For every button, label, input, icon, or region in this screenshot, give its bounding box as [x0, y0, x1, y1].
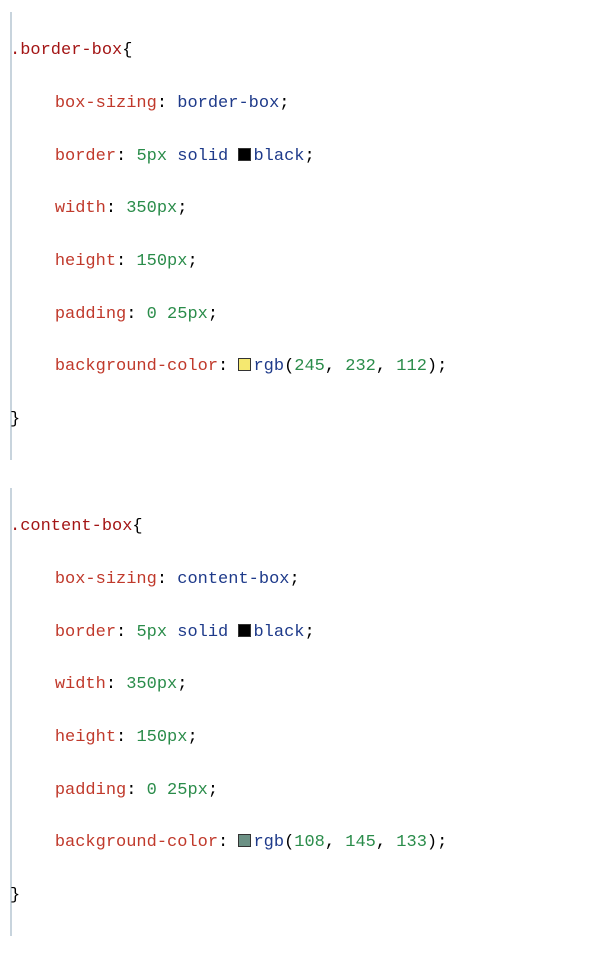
colon: : [126, 781, 136, 800]
css-value: content-box [177, 570, 289, 589]
paren-open: ( [284, 357, 294, 376]
semicolon: ; [177, 675, 187, 694]
css-property: border [55, 147, 116, 166]
semicolon: ; [187, 252, 197, 271]
comma: , [325, 357, 345, 376]
css-property: width [55, 199, 106, 218]
colon: : [218, 357, 228, 376]
color-swatch-icon [238, 148, 251, 161]
css-number: 108 [294, 833, 325, 852]
css-value: solid [177, 623, 228, 642]
semicolon: ; [304, 623, 314, 642]
css-number: 232 [345, 357, 376, 376]
css-rule: .border-box{ box-sizing: border-box; bor… [10, 12, 587, 460]
paren-open: ( [284, 833, 294, 852]
colon: : [116, 147, 126, 166]
selector: .border-box [10, 41, 122, 60]
css-value: solid [177, 147, 228, 166]
css-property: padding [55, 305, 126, 324]
css-property: border [55, 623, 116, 642]
brace-close: } [10, 410, 20, 429]
colon: : [126, 305, 136, 324]
semicolon: ; [177, 199, 187, 218]
colon: : [116, 252, 126, 271]
css-number: 0 [147, 781, 157, 800]
css-number: 133 [396, 833, 427, 852]
css-property: height [55, 252, 116, 271]
css-value: border-box [177, 94, 279, 113]
semicolon: ; [289, 570, 299, 589]
css-number: 350px [126, 675, 177, 694]
colon: : [157, 570, 167, 589]
css-number: 245 [294, 357, 325, 376]
css-property: padding [55, 781, 126, 800]
css-number: 25px [167, 781, 208, 800]
semicolon: ; [304, 147, 314, 166]
css-property: background-color [55, 357, 218, 376]
colon: : [106, 675, 116, 694]
css-color: black [253, 623, 304, 642]
comma: , [325, 833, 345, 852]
comma: , [376, 357, 396, 376]
css-func: rgb [253, 833, 284, 852]
color-swatch-icon [238, 358, 251, 371]
css-number: 5px [136, 623, 167, 642]
css-number: 0 [147, 305, 157, 324]
comma: , [376, 833, 396, 852]
css-property: box-sizing [55, 94, 157, 113]
css-rule: .content-box{ box-sizing: content-box; b… [10, 488, 587, 936]
colon: : [116, 623, 126, 642]
semicolon: ; [187, 728, 197, 747]
css-property: height [55, 728, 116, 747]
semicolon: ; [437, 357, 447, 376]
css-color: black [253, 147, 304, 166]
semicolon: ; [208, 781, 218, 800]
css-property: background-color [55, 833, 218, 852]
colon: : [106, 199, 116, 218]
paren-close: ) [427, 833, 437, 852]
brace-close: } [10, 886, 20, 905]
css-number: 5px [136, 147, 167, 166]
css-number: 150px [136, 728, 187, 747]
css-number: 350px [126, 199, 177, 218]
css-property: box-sizing [55, 570, 157, 589]
css-number: 112 [396, 357, 427, 376]
colon: : [116, 728, 126, 747]
css-property: width [55, 675, 106, 694]
css-func: rgb [253, 357, 284, 376]
brace-open: { [132, 517, 142, 536]
colon: : [218, 833, 228, 852]
semicolon: ; [208, 305, 218, 324]
semicolon: ; [279, 94, 289, 113]
color-swatch-icon [238, 624, 251, 637]
color-swatch-icon [238, 834, 251, 847]
paren-close: ) [427, 357, 437, 376]
css-number: 150px [136, 252, 187, 271]
semicolon: ; [437, 833, 447, 852]
selector: .content-box [10, 517, 132, 536]
css-number: 145 [345, 833, 376, 852]
css-number: 25px [167, 305, 208, 324]
colon: : [157, 94, 167, 113]
brace-open: { [122, 41, 132, 60]
